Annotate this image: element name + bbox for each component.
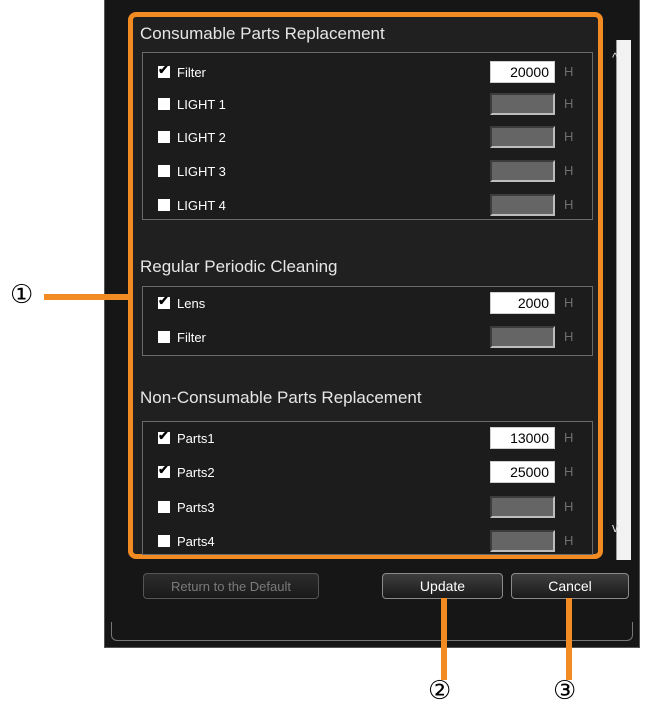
cleaning-section-title: Regular Periodic Cleaning <box>140 257 338 276</box>
setting-label: Parts4 <box>177 533 215 549</box>
setting-row: Parts4 <box>158 530 215 552</box>
update-button[interactable]: Update <box>382 573 503 599</box>
enable-checkbox[interactable] <box>158 165 170 177</box>
setting-row: ✔ Filter <box>158 61 206 83</box>
callout-1-label: ① <box>10 280 34 310</box>
checkmark-icon: ✔ <box>158 462 169 477</box>
hours-unit-label: H <box>564 533 574 548</box>
callout-3-label: ③ <box>553 676 577 706</box>
enable-checkbox[interactable] <box>158 501 170 513</box>
hours-input[interactable] <box>490 93 555 115</box>
enable-checkbox[interactable] <box>158 331 170 343</box>
hours-unit-label: H <box>564 295 574 310</box>
hours-unit-label: H <box>564 64 574 79</box>
setting-label: Lens <box>177 295 206 311</box>
hours-input[interactable] <box>490 126 555 148</box>
hours-input[interactable]: 13000 <box>490 427 555 449</box>
hours-input[interactable]: 20000 <box>490 61 555 83</box>
callout-2-leader <box>441 598 447 680</box>
hours-unit-label: H <box>564 430 574 445</box>
enable-checkbox[interactable]: ✔ <box>158 428 170 444</box>
hours-unit-label: H <box>564 499 574 514</box>
setting-row: LIGHT 3 <box>158 160 226 182</box>
enable-checkbox[interactable] <box>158 131 170 143</box>
scroll-up-icon[interactable]: ^ <box>612 50 618 65</box>
hours-input[interactable] <box>490 326 555 348</box>
hours-unit-label: H <box>564 464 574 479</box>
non-consumable-section-title: Non-Consumable Parts Replacement <box>140 388 422 407</box>
background-scroll-list[interactable] <box>616 40 631 560</box>
cancel-button[interactable]: Cancel <box>511 573 629 599</box>
hours-input[interactable]: 25000 <box>490 461 555 483</box>
enable-checkbox[interactable] <box>158 535 170 547</box>
setting-row: Filter <box>158 326 206 348</box>
callout-3-leader <box>566 598 572 680</box>
hours-unit-label: H <box>564 129 574 144</box>
hours-unit-label: H <box>564 96 574 111</box>
enable-checkbox[interactable]: ✔ <box>158 462 170 478</box>
setting-row: ✔ Parts2 <box>158 461 215 483</box>
dialog-frame-edge <box>111 622 633 641</box>
setting-label: LIGHT 4 <box>177 197 226 213</box>
setting-label: Parts1 <box>177 430 215 446</box>
hours-input[interactable] <box>490 496 555 518</box>
setting-row: ✔ Parts1 <box>158 427 215 449</box>
setting-label: LIGHT 1 <box>177 96 226 112</box>
setting-row: ✔ Lens <box>158 292 205 314</box>
enable-checkbox[interactable]: ✔ <box>158 62 170 78</box>
checkmark-icon: ✔ <box>158 62 169 77</box>
checkmark-icon: ✔ <box>158 428 169 443</box>
hours-input[interactable] <box>490 530 555 552</box>
hours-input[interactable] <box>490 194 555 216</box>
hours-input[interactable]: 2000 <box>490 292 555 314</box>
hours-input[interactable] <box>490 160 555 182</box>
setting-row: Parts3 <box>158 496 215 518</box>
setting-row: LIGHT 1 <box>158 93 226 115</box>
setting-label: Filter <box>177 329 206 345</box>
hours-unit-label: H <box>564 197 574 212</box>
callout-1-leader <box>44 294 128 300</box>
setting-row: LIGHT 2 <box>158 126 226 148</box>
setting-label: Parts2 <box>177 464 215 480</box>
setting-label: Filter <box>177 64 206 80</box>
checkmark-icon: ✔ <box>158 293 169 308</box>
setting-row: LIGHT 4 <box>158 194 226 216</box>
enable-checkbox[interactable]: ✔ <box>158 293 170 309</box>
callout-2-label: ② <box>428 676 452 706</box>
hours-unit-label: H <box>564 163 574 178</box>
return-to-default-button[interactable]: Return to the Default <box>143 573 319 599</box>
scroll-down-icon[interactable]: v <box>612 520 619 535</box>
setting-label: LIGHT 2 <box>177 129 226 145</box>
setting-label: LIGHT 3 <box>177 163 226 179</box>
consumable-section-title: Consumable Parts Replacement <box>140 24 385 43</box>
enable-checkbox[interactable] <box>158 199 170 211</box>
setting-label: Parts3 <box>177 499 215 515</box>
enable-checkbox[interactable] <box>158 98 170 110</box>
hours-unit-label: H <box>564 329 574 344</box>
